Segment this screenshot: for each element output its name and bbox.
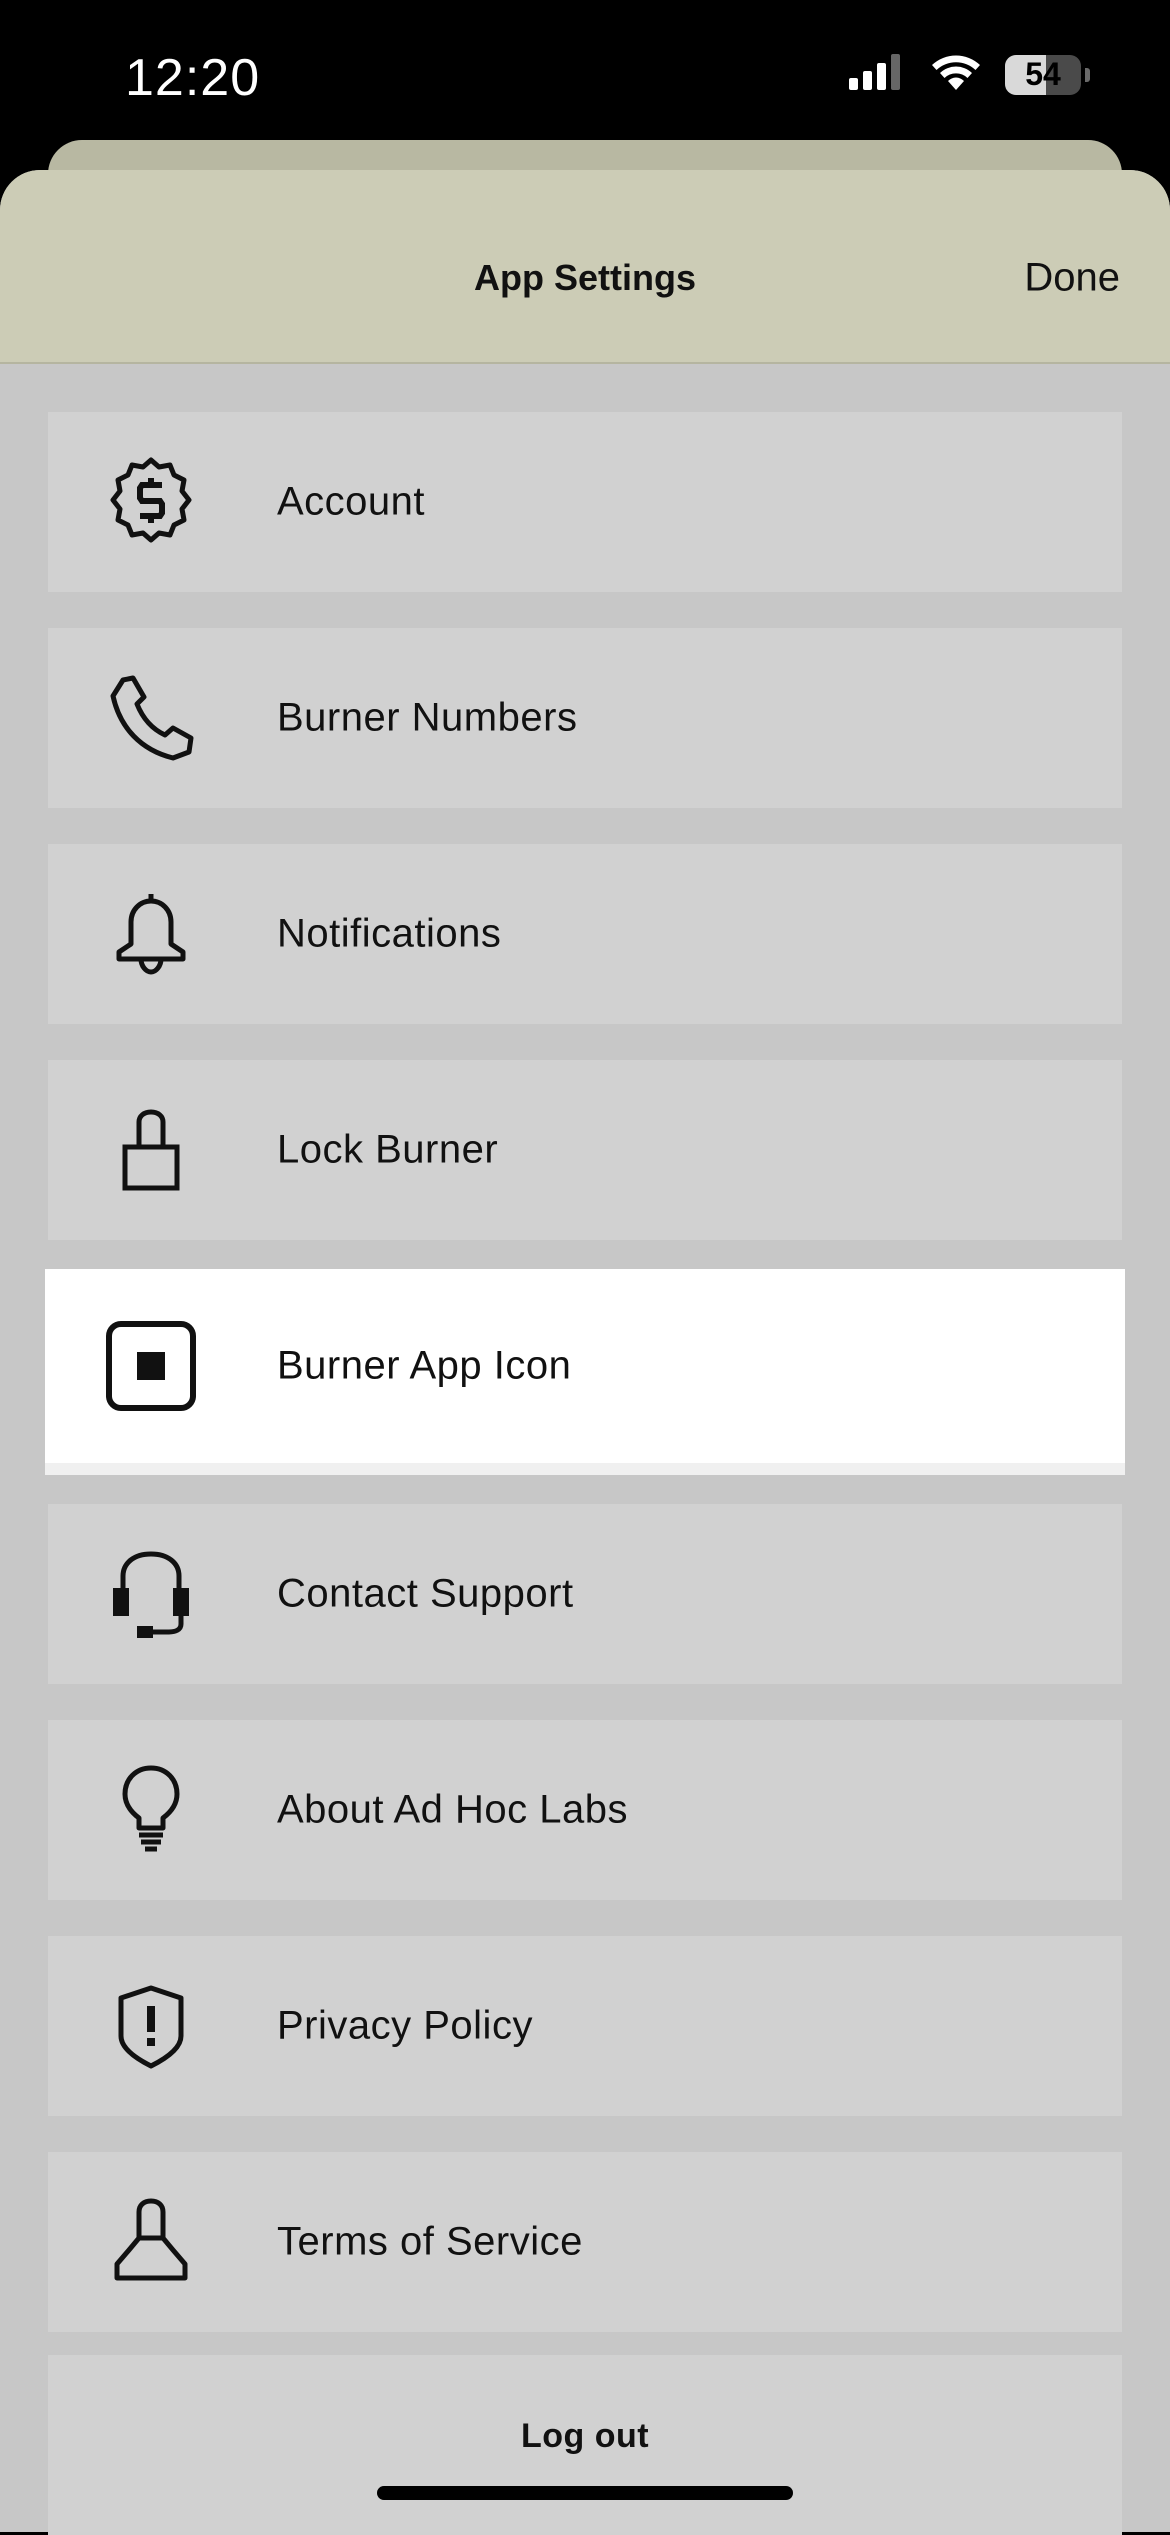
cellular-signal-icon (847, 52, 907, 97)
settings-item-label: Contact Support (277, 1571, 574, 1616)
person-icon (103, 2194, 199, 2290)
sheet-header: App Settings Done (0, 170, 1170, 364)
lightbulb-icon (103, 1762, 199, 1858)
settings-item-label: Lock Burner (277, 1127, 499, 1172)
settings-item-burner-numbers[interactable]: Burner Numbers (48, 628, 1122, 808)
settings-item-label: Privacy Policy (277, 2003, 533, 2048)
battery-nub (1085, 67, 1090, 82)
settings-item-label: Burner App Icon (277, 1343, 572, 1388)
home-indicator (377, 2486, 793, 2500)
logout-label: Log out (520, 2417, 650, 2455)
status-icons: 54 (847, 52, 1090, 97)
settings-item-label: Notifications (277, 911, 502, 956)
settings-item-contact-support[interactable]: Contact Support (48, 1504, 1122, 1684)
settings-item-label: Terms of Service (277, 2219, 583, 2264)
settings-sheet: App Settings Done Account Burner Numbers (0, 170, 1170, 2532)
shield-exclamation-icon (103, 1978, 199, 2074)
logout-button[interactable]: Log out (48, 2355, 1122, 2535)
settings-item-label: Burner Numbers (277, 695, 578, 740)
battery-level: 54 (1025, 56, 1061, 92)
settings-item-terms[interactable]: Terms of Service (48, 2152, 1122, 2332)
app-icon-square-icon (103, 1318, 199, 1414)
page-title: App Settings (474, 257, 696, 298)
settings-item-notifications[interactable]: Notifications (48, 844, 1122, 1024)
settings-item-about[interactable]: About Ad Hoc Labs (48, 1720, 1122, 1900)
settings-item-account[interactable]: Account (48, 412, 1122, 592)
lock-icon (103, 1102, 199, 1198)
settings-item-label: About Ad Hoc Labs (277, 1787, 628, 1832)
status-time: 12:20 (125, 49, 261, 107)
dollar-badge-icon (103, 454, 199, 550)
settings-item-label: Account (277, 479, 426, 524)
headset-icon (103, 1546, 199, 1642)
settings-item-privacy-policy[interactable]: Privacy Policy (48, 1936, 1122, 2116)
done-button[interactable]: Done (1024, 256, 1120, 301)
settings-item-burner-app-icon[interactable]: Burner App Icon (45, 1269, 1125, 1475)
bell-icon (103, 886, 199, 982)
wifi-icon (929, 52, 983, 97)
settings-list: Account Burner Numbers Notifications Loc… (45, 412, 1125, 2368)
phone-icon (103, 670, 199, 766)
battery-icon: 54 (1005, 54, 1081, 95)
status-bar: 12:20 54 (0, 0, 1170, 150)
settings-item-lock-burner[interactable]: Lock Burner (48, 1060, 1122, 1240)
